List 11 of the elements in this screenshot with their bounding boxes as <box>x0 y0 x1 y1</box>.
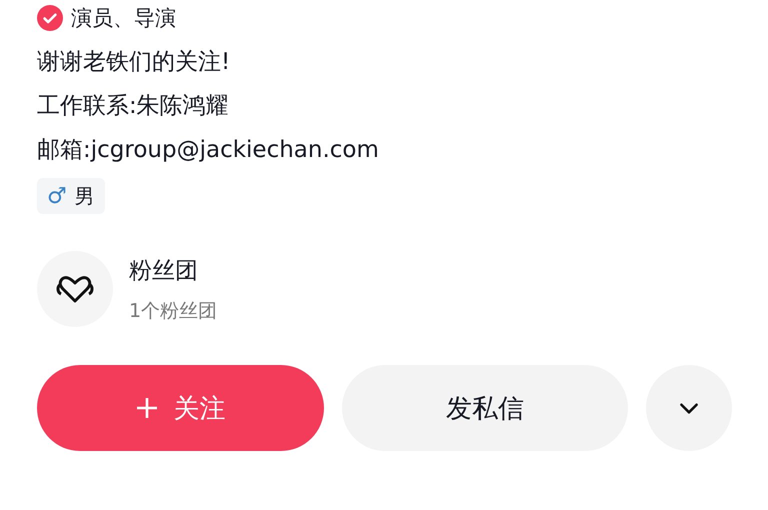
verified-check-icon <box>37 5 63 31</box>
gender-tag: ♂ 男 <box>37 178 105 214</box>
plus-icon <box>135 396 160 420</box>
fan-club-title: 粉丝团 <box>129 256 199 286</box>
bio-line: 工作联系:朱陈鸿耀 <box>37 92 230 121</box>
bio-line: 谢谢老铁们的关注! <box>37 48 232 77</box>
fan-club-count: 1个粉丝团 <box>129 298 218 324</box>
verified-label: 演员、导演 <box>71 5 176 32</box>
follow-button[interactable]: 关注 <box>37 365 324 451</box>
message-button[interactable]: 发私信 <box>342 365 628 451</box>
bio-line: 邮箱:jcgroup@jackiechan.com <box>37 136 380 165</box>
